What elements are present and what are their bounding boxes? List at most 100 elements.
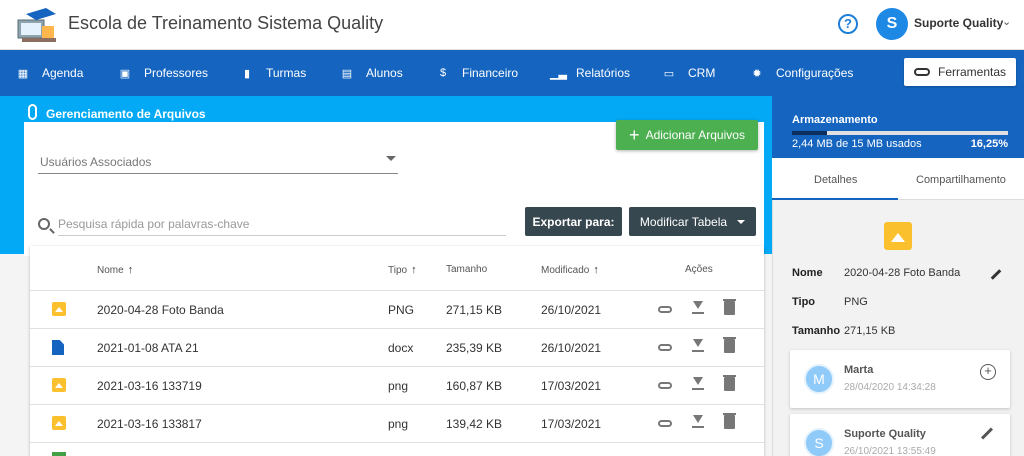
column-header-type[interactable]: Tipo ↑ [388,264,417,276]
export-button[interactable]: Exportar para: [525,207,622,236]
image-file-icon [52,378,66,392]
link-icon[interactable] [658,420,672,427]
table-row[interactable]: 2021-01-08 ATA 21 docx 235,39 KB 26/10/2… [30,328,764,366]
nav-item-relatorios[interactable]: ▁▃ Relatórios [550,50,630,96]
school-logo-icon [17,8,56,42]
book-icon: ▮ [243,67,251,80]
file-name: 2021-03-16 133719 [97,379,202,393]
tab-detalhes[interactable]: Detalhes [814,174,857,186]
spreadsheet-file-icon [52,452,66,456]
chevron-down-icon[interactable]: ⌄ [1002,15,1011,28]
file-size: 139,42 KB [446,417,503,431]
chat-icon: ▭ [663,67,675,80]
storage-progress-bar [792,131,1008,135]
column-header-modified[interactable]: Modificado ↑ [541,264,599,276]
storage-percent: 16,25% [970,138,1008,150]
storage-summary: Armazenamento 2,44 MB de 15 MB usados 16… [772,96,1024,158]
file-modified: 26/10/2021 [541,341,602,355]
file-type: docx [388,341,414,355]
add-circle-icon[interactable]: + [980,364,996,380]
link-icon[interactable] [658,382,672,389]
nav-item-label: Relatórios [576,66,631,80]
bar-chart-icon: ▁▃ [550,67,567,80]
storage-title: Armazenamento [792,114,878,126]
delete-icon[interactable] [723,299,736,315]
detail-size-value: 271,15 KB [844,325,896,337]
nav-item-financeiro[interactable]: $ Financeiro [436,50,518,96]
user-name[interactable]: Suporte Quality [914,16,1003,30]
tools-button[interactable]: Ferramentas [904,58,1016,86]
modify-table-label: Modificar Tabela [639,214,728,229]
nav-item-configuracoes[interactable]: ✹ Configurações [750,50,853,96]
file-type: png [388,379,409,393]
nav-item-crm[interactable]: ▭ CRM [662,50,716,96]
user-avatar[interactable]: S [876,8,908,40]
file-type: png [388,417,409,431]
delete-icon[interactable] [723,413,736,429]
help-icon[interactable]: ? [838,14,858,34]
delete-icon[interactable] [723,337,736,353]
download-icon[interactable] [692,415,704,429]
tab-compartilhamento[interactable]: Compartilhamento [916,174,1006,186]
add-files-button[interactable]: + Adicionar Arquivos [616,120,758,150]
table-row[interactable]: 2021-03-16 133817 png 139,42 KB 17/03/20… [30,404,764,442]
avatar: M [804,364,834,394]
table-row[interactable] [30,442,764,456]
calendar-icon: ▦ [17,67,29,80]
share-card: S Suporte Quality 26/10/2021 13:55:49 [790,414,1010,456]
image-file-icon [52,416,66,430]
nav-item-turmas[interactable]: ▮ Turmas [240,50,306,96]
avatar: S [804,428,834,456]
download-icon[interactable] [692,377,704,391]
detail-name-label: Nome [792,267,823,279]
nav-item-professores[interactable]: ▣ Professores [118,50,208,96]
link-icon[interactable] [658,344,672,351]
nav-item-label: Configurações [776,66,854,80]
nav-item-label: Alunos [366,66,403,80]
image-file-icon [884,222,912,250]
column-header-size[interactable]: Tamanho [446,264,487,275]
table-row[interactable]: 2021-03-16 133719 png 160,87 KB 17/03/20… [30,366,764,404]
table-row[interactable]: 2020-04-28 Foto Banda PNG 271,15 KB 26/1… [30,290,764,328]
file-size: 271,15 KB [446,303,503,317]
column-header-actions: Ações [685,264,713,275]
file-size: 235,39 KB [446,341,503,355]
detail-type-label: Tipo [792,296,816,308]
associated-users-label: Usuários Associados [40,155,152,169]
associated-users-select[interactable]: Usuários Associados [38,148,398,174]
main-nav: ▦ Agenda ▣ Professores ▮ Turmas ▤ Alunos… [0,50,1024,96]
nav-item-alunos[interactable]: ▤ Alunos [340,50,403,96]
column-header-name[interactable]: Nome ↑ [97,264,133,276]
modify-table-button[interactable]: Modificar Tabela [629,207,756,236]
nav-item-label: CRM [688,66,716,80]
file-type: PNG [388,303,415,317]
paperclip-icon [28,104,37,120]
share-date: 26/10/2021 13:55:49 [844,446,936,456]
image-file-icon [52,302,66,316]
nav-item-label: Turmas [266,66,307,80]
tools-button-label: Ferramentas [937,65,1007,79]
file-modified: 26/10/2021 [541,303,602,317]
download-icon[interactable] [692,301,704,315]
download-icon[interactable] [692,339,704,353]
details-tabs: Detalhes Compartilhamento [772,158,1024,200]
file-name: 2020-04-28 Foto Banda [97,303,224,317]
search-input[interactable] [58,212,506,236]
storage-used-text: 2,44 MB de 15 MB usados [792,138,922,150]
nav-item-agenda[interactable]: ▦ Agenda [16,50,84,96]
share-user-name: Marta [844,364,874,376]
top-header: Escola de Treinamento Sistema Quality ? … [0,0,1024,50]
delete-icon[interactable] [723,375,736,391]
person-card-icon: ▣ [119,67,131,80]
file-modified: 17/03/2021 [541,417,602,431]
edit-icon[interactable] [980,427,994,440]
sort-up-icon: ↑ [127,264,134,276]
contact-card-icon: ▤ [341,67,353,80]
sort-up-icon: ↑ [593,264,599,276]
detail-type-value: PNG [844,296,868,308]
sort-up-icon: ↑ [411,264,417,276]
gear-icon: ✹ [752,67,762,80]
file-name: 2021-03-16 133817 [97,417,202,431]
nav-item-label: Financeiro [462,66,519,80]
link-icon[interactable] [658,306,672,313]
